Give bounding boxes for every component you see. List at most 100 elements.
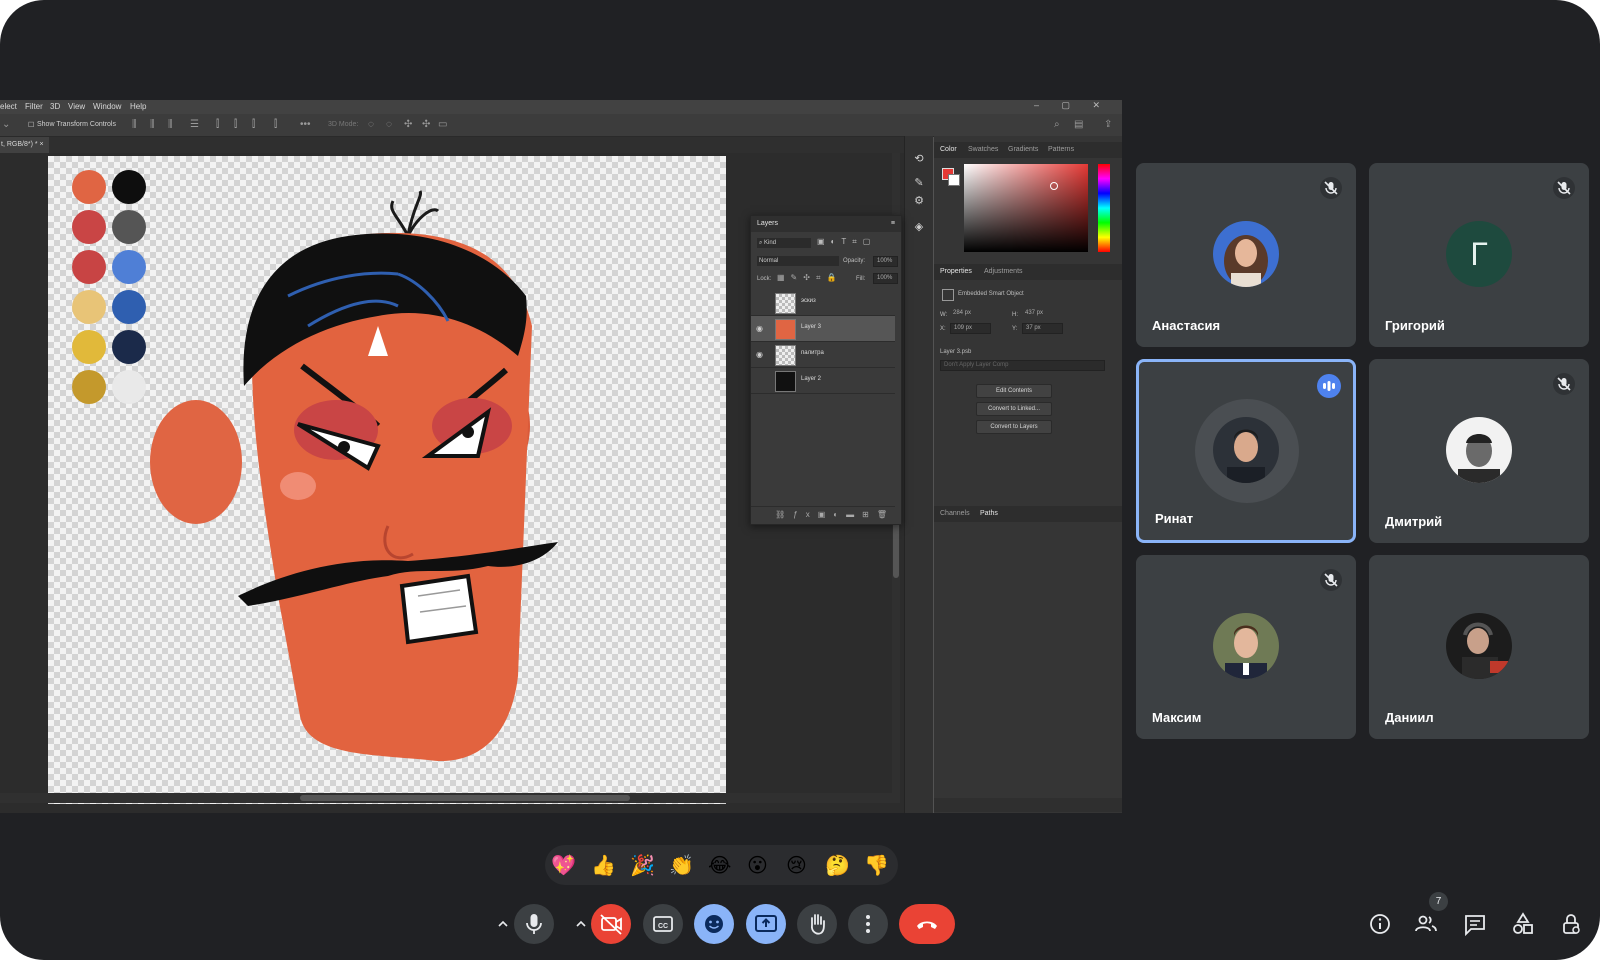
reaction-sparkling-heart[interactable]: 💖 (551, 853, 576, 877)
height-field[interactable]: 437 px (1022, 309, 1065, 318)
captions-button[interactable]: CC (643, 904, 683, 944)
tab-color[interactable]: Color (940, 146, 957, 153)
align-right-icon[interactable]: ⫼ (168, 119, 173, 130)
document-canvas[interactable] (48, 156, 726, 804)
menu-view[interactable]: View (68, 102, 85, 111)
leave-call-button[interactable] (899, 904, 955, 944)
participant-tile[interactable]: Максим (1136, 555, 1356, 739)
align-bottom-icon[interactable]: ⫿ (252, 119, 255, 130)
align-icon[interactable]: ⫼ (132, 119, 137, 130)
lock-icons[interactable]: ▦✎✣⌗🔒 (777, 273, 842, 283)
dropdown-chevron-icon[interactable]: ⌄ (2, 119, 10, 130)
fill-field[interactable]: 100% (873, 273, 898, 284)
x-field[interactable]: 109 px (950, 323, 991, 334)
3d-pan-icon[interactable]: ✣ (404, 119, 412, 130)
tab-swatches[interactable]: Swatches (968, 146, 998, 153)
people-icon[interactable] (1412, 910, 1440, 938)
blend-mode-select[interactable]: Normal (757, 256, 839, 266)
align-center-icon[interactable]: ⫼ (150, 119, 155, 130)
meeting-info-icon[interactable] (1366, 910, 1394, 938)
mic-button[interactable] (514, 904, 554, 944)
distribute-icon[interactable]: ☰ (190, 119, 199, 130)
menu-window[interactable]: Window (93, 102, 121, 111)
reaction-thinking[interactable]: 🤔 (825, 853, 850, 877)
eye-icon[interactable]: ◉ (755, 350, 764, 359)
mic-options-chevron-icon[interactable] (496, 914, 510, 934)
reaction-surprised[interactable]: 😮 (747, 853, 768, 877)
participant-name: Ринат (1155, 511, 1194, 526)
more-options-button[interactable] (848, 904, 888, 944)
participant-tile[interactable]: Дмитрий (1369, 359, 1589, 543)
layer-comp-select[interactable]: Don't Apply Layer Comp (940, 360, 1105, 371)
menu-filter[interactable]: Filter (25, 102, 43, 111)
layer-row[interactable]: ◉ палитра (751, 342, 895, 368)
reaction-laugh[interactable]: 😂 (708, 853, 731, 877)
more-dots-icon[interactable]: ••• (300, 119, 311, 130)
close-tab-icon[interactable]: × (40, 141, 44, 148)
layer-row[interactable]: эскиз (751, 290, 895, 316)
menu-help[interactable]: Help (130, 102, 146, 111)
linked-file-label: Layer 3.psb (940, 349, 972, 355)
align-top-icon[interactable]: ⫿ (216, 119, 219, 130)
eye-icon[interactable]: ◉ (755, 324, 764, 333)
layer-row-selected[interactable]: ◉ Layer 3 (751, 316, 895, 342)
raise-hand-button[interactable] (797, 904, 837, 944)
brush-icon[interactable]: ✎ (912, 176, 926, 190)
activities-icon[interactable] (1509, 910, 1537, 938)
layer-filter-icons[interactable]: ▣◐T⌗▢ (817, 237, 876, 247)
menu-3d[interactable]: 3D (50, 102, 60, 111)
hue-slider[interactable] (1098, 164, 1110, 252)
participant-tile-speaking[interactable]: Ринат (1136, 359, 1356, 543)
reaction-clap[interactable]: 👏 (669, 853, 694, 877)
layer-row[interactable]: Layer 2 (751, 368, 895, 394)
checkbox-show-transform[interactable]: ☐ (28, 121, 34, 129)
share-icon[interactable]: ⇪ (1104, 119, 1112, 130)
participant-tile[interactable]: Г Григорий (1369, 163, 1589, 347)
participant-tile[interactable]: Анастасия (1136, 163, 1356, 347)
chat-icon[interactable] (1461, 910, 1489, 938)
camera-options-chevron-icon[interactable] (574, 914, 588, 934)
3d-scale-icon[interactable]: ▭ (438, 119, 447, 130)
tab-paths[interactable]: Paths (980, 510, 998, 517)
document-tab[interactable]: t, RGB/8*) * × (0, 137, 49, 153)
opacity-field[interactable]: 100% (873, 256, 898, 267)
host-controls-icon[interactable] (1557, 910, 1585, 938)
panel-menu-icon[interactable]: ≡ (891, 216, 895, 232)
menu-select[interactable]: elect (0, 102, 17, 111)
convert-to-linked-button[interactable]: Convert to Linked... (976, 402, 1052, 416)
color-picker-field[interactable] (964, 164, 1088, 252)
width-field[interactable]: 284 px (950, 309, 993, 318)
3d-orbit-icon[interactable]: ◌ (368, 119, 374, 130)
tab-properties[interactable]: Properties (940, 268, 972, 275)
search-icon[interactable]: ⌕ (1054, 119, 1060, 130)
background-color-swatch[interactable] (948, 174, 960, 186)
3d-roll-icon[interactable]: ◌ (386, 119, 392, 130)
layers-icon[interactable]: ◈ (912, 220, 926, 234)
reaction-sad[interactable]: 😢 (786, 853, 807, 877)
horizontal-scrollbar[interactable] (0, 793, 900, 803)
align-middle-icon[interactable]: ⫿ (234, 119, 237, 130)
camera-toggle-button[interactable] (591, 904, 631, 944)
3d-slide-icon[interactable]: ✣ (422, 119, 430, 130)
y-field[interactable]: 37 px (1022, 323, 1063, 334)
emoji-reactions-button[interactable] (694, 904, 734, 944)
history-icon[interactable]: ⟲ (912, 152, 926, 166)
reaction-thumbs-down[interactable]: 👎 (864, 853, 889, 877)
distribute-v-icon[interactable]: ⫿ (274, 119, 277, 130)
participant-tile[interactable]: Даниил (1369, 555, 1589, 739)
tab-channels[interactable]: Channels (940, 510, 970, 517)
tab-patterns[interactable]: Patterns (1048, 146, 1074, 153)
workspace-icon[interactable]: ▤ (1074, 119, 1083, 130)
convert-to-layers-button[interactable]: Convert to Layers (976, 420, 1052, 434)
horizontal-scroll-thumb[interactable] (300, 795, 630, 801)
tab-gradients[interactable]: Gradients (1008, 146, 1038, 153)
edit-contents-button[interactable]: Edit Contents (976, 384, 1052, 398)
adjust-icon[interactable]: ⚙ (912, 194, 926, 208)
layer-filter-select[interactable]: ⌕ Kind (757, 238, 811, 248)
reaction-thumbs-up[interactable]: 👍 (591, 853, 616, 877)
present-screen-button[interactable] (746, 904, 786, 944)
reaction-party[interactable]: 🎉 (630, 853, 655, 877)
vertical-scroll-thumb[interactable] (893, 518, 899, 578)
window-controls[interactable]: – ▢ ✕ (1034, 100, 1110, 111)
tab-adjustments[interactable]: Adjustments (984, 268, 1023, 275)
